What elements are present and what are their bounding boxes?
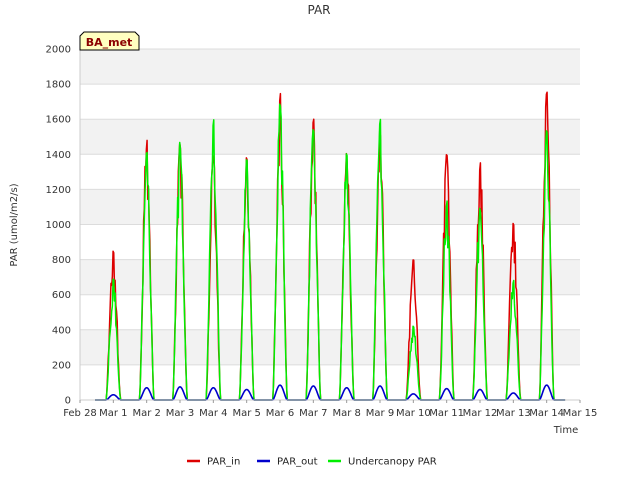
x-tick-label: Mar 12	[463, 408, 498, 419]
x-tick-label: Mar 3	[166, 408, 194, 419]
legend-item-par-out: PAR_out	[257, 457, 318, 468]
x-tick-label: Mar 11	[429, 408, 464, 419]
y-tick-label: 400	[52, 325, 71, 336]
legend-label: PAR_in	[207, 457, 240, 468]
x-tick-label: Mar 8	[332, 408, 360, 419]
legend-item-undercanopy-par: Undercanopy PAR	[328, 457, 437, 468]
y-tick-label: 1000	[46, 220, 71, 231]
y-axis-label: PAR (umol/m2/s)	[9, 183, 20, 266]
x-tick-label: Mar 7	[299, 408, 327, 419]
x-tick-label: Mar 9	[366, 408, 394, 419]
y-tick-label: 200	[52, 360, 71, 371]
y-tick-label: 1600	[46, 115, 71, 126]
site-badge: BA_met	[79, 31, 140, 51]
grid-band	[80, 259, 580, 295]
legend: PAR_in PAR_out Undercanopy PAR	[187, 457, 437, 468]
y-tick-label: 600	[52, 290, 71, 301]
par-chart: PAR 0 200 400 600 800 1000 1200 1400 1600 1800 200…	[9, 3, 597, 468]
x-tick-label: Mar 6	[266, 408, 294, 419]
y-tick-labels: 0 200 400 600 800 1000 1200 1400 1600 1800 2000	[46, 45, 71, 407]
y-tick-label: 1800	[46, 80, 71, 91]
legend-label: PAR_out	[277, 457, 318, 468]
grid-band	[80, 119, 580, 155]
x-tick-label: Mar 5	[232, 408, 260, 419]
grid-band	[80, 189, 580, 225]
grid-band	[80, 329, 580, 365]
y-tick-label: 800	[52, 255, 71, 266]
legend-label: Undercanopy PAR	[348, 457, 437, 468]
chart-title: PAR	[307, 3, 330, 17]
x-tick-label: Mar 4	[199, 408, 227, 419]
x-tick-label: Mar 14	[529, 408, 564, 419]
x-tick-label: Feb 28	[63, 408, 97, 419]
x-tick-label: Mar 1	[99, 408, 127, 419]
x-tick-label: Mar 2	[132, 408, 160, 419]
grid-band	[80, 49, 580, 85]
x-axis-label: Time	[553, 425, 578, 436]
x-tick-label: Mar 13	[496, 408, 531, 419]
site-badge-label: BA_met	[86, 36, 133, 49]
y-tick-label: 2000	[46, 45, 71, 56]
x-tick-label: Mar 10	[396, 408, 431, 419]
x-tick-label: Mar 15	[563, 408, 598, 419]
x-tick-labels: Feb 28 Mar 1 Mar 2 Mar 3 Mar 4 Mar 5 Mar 6 Mar …	[63, 400, 597, 419]
y-tick-label: 0	[65, 396, 71, 407]
y-tick-label: 1400	[46, 150, 71, 161]
legend-item-par-in: PAR_in	[187, 457, 240, 468]
y-tick-label: 1200	[46, 185, 71, 196]
